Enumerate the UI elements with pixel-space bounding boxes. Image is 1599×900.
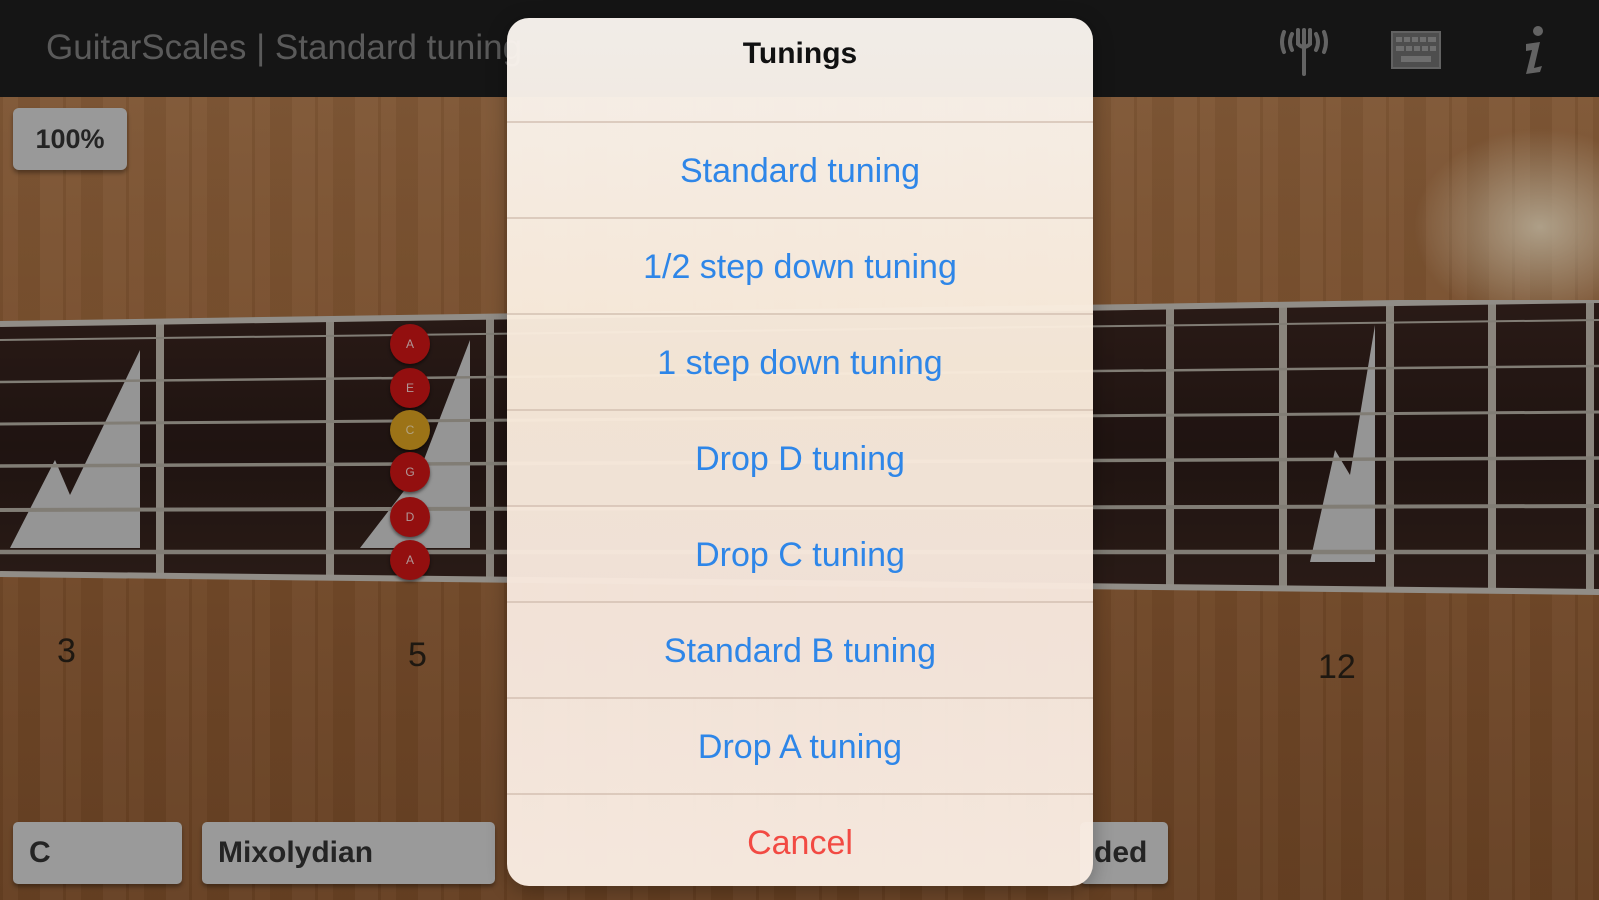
tunings-action-sheet: Tunings Standard tuning 1/2 step down tu… <box>507 18 1093 886</box>
tuning-option-standard[interactable]: Standard tuning <box>507 121 1093 219</box>
tuning-option-half-step-down[interactable]: 1/2 step down tuning <box>507 217 1093 315</box>
cancel-button[interactable]: Cancel <box>507 793 1093 886</box>
tuning-option-drop-d[interactable]: Drop D tuning <box>507 409 1093 507</box>
sheet-title: Tunings <box>742 37 858 70</box>
tuning-option-drop-c[interactable]: Drop C tuning <box>507 505 1093 603</box>
tuning-option-drop-a[interactable]: Drop A tuning <box>507 697 1093 795</box>
tuning-option-standard-b[interactable]: Standard B tuning <box>507 601 1093 699</box>
tuning-option-one-step-down[interactable]: 1 step down tuning <box>507 313 1093 411</box>
